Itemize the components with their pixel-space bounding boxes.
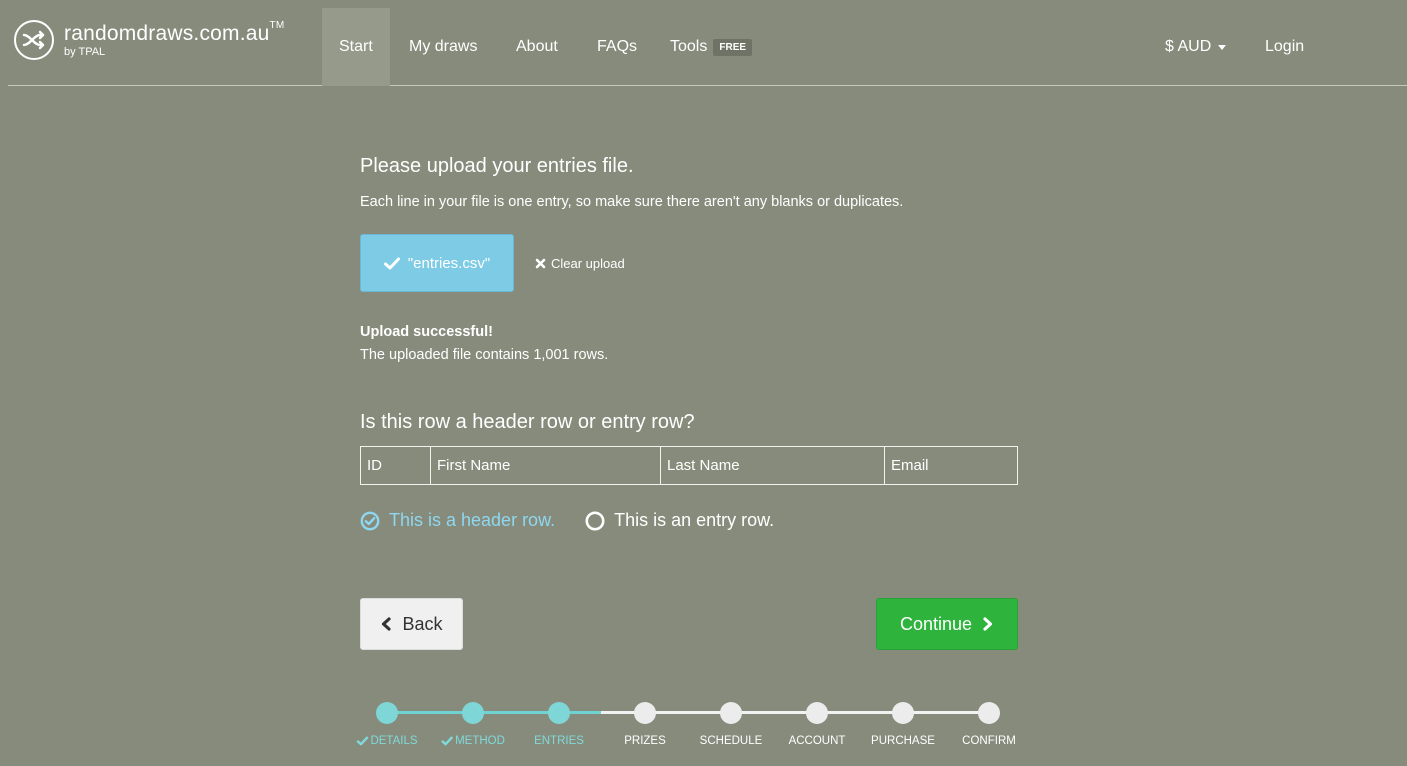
step-label-text: METHOD: [455, 735, 505, 747]
nav-start[interactable]: Start: [322, 8, 390, 86]
uploaded-file-button[interactable]: "entries.csv": [360, 234, 514, 292]
uploaded-file-name: "entries.csv": [407, 254, 491, 272]
chevron-right-icon: [983, 617, 993, 631]
step-label-schedule: SCHEDULE: [700, 735, 763, 747]
shuffle-icon: [14, 20, 54, 60]
nav-tools-label: Tools: [670, 38, 708, 55]
header-row-radio[interactable]: This is a header row.: [360, 510, 555, 531]
step-label-text: ENTRIES: [534, 735, 584, 747]
clear-upload-label: Clear upload: [551, 256, 625, 271]
caret-down-icon: [1218, 44, 1227, 50]
step-label-method: METHOD: [441, 735, 505, 747]
table-row: ID First Name Last Name Email: [360, 446, 1018, 485]
step-label-text: PURCHASE: [871, 735, 935, 747]
upload-instructions: Each line in your file is one entry, so …: [360, 194, 904, 210]
step-dot-confirm: [978, 702, 1000, 724]
step-label-account: ACCOUNT: [789, 735, 846, 747]
upload-success-title: Upload successful!: [360, 324, 493, 340]
upload-success-text: The uploaded file contains 1,001 rows.: [360, 347, 609, 363]
entry-row-label: This is an entry row.: [614, 510, 775, 530]
step-label-purchase: PURCHASE: [871, 735, 935, 747]
trademark-mark: TM: [269, 19, 285, 31]
currency-dropdown[interactable]: $ AUD: [1148, 8, 1243, 86]
chevron-left-icon: [382, 617, 392, 631]
header-row-options: This is a header row. This is an entry r…: [360, 510, 804, 531]
step-label-text: PRIZES: [624, 735, 666, 747]
step-dot-entries: [548, 702, 570, 724]
free-badge: FREE: [713, 38, 753, 56]
progress-track-remaining: [601, 711, 989, 714]
step-dot-details: [376, 702, 398, 724]
check-circle-icon: [360, 511, 380, 531]
nav-tools[interactable]: Tools FREE: [653, 8, 769, 86]
back-button-label: Back: [402, 613, 443, 634]
brand-logo-link[interactable]: randomdraws.com.auTM by TPAL: [14, 20, 284, 60]
table-cell: Email: [884, 446, 1018, 485]
upload-heading: Please upload your entries file.: [360, 155, 634, 177]
brand-subtitle: by TPAL: [64, 45, 106, 58]
step-label-prizes: PRIZES: [624, 735, 666, 747]
check-icon: [441, 736, 453, 746]
brand-name: randomdraws.com.au: [64, 21, 270, 45]
step-dot-account: [806, 702, 828, 724]
step-label-entries: ENTRIES: [534, 735, 584, 747]
entry-row-radio[interactable]: This is an entry row.: [585, 510, 774, 531]
table-cell: Last Name: [660, 446, 885, 485]
login-link[interactable]: Login: [1248, 8, 1321, 86]
table-cell: First Name: [430, 446, 661, 485]
step-dot-purchase: [892, 702, 914, 724]
progress-stepper: DETAILS METHOD ENTRIES PRIZES SCHEDULE ACCOUN…: [340, 698, 1040, 758]
top-navbar: randomdraws.com.auTM by TPAL Start My dr…: [8, 8, 1407, 86]
close-icon: [535, 258, 546, 269]
step-label-text: SCHEDULE: [699, 735, 763, 747]
step-label-text: ACCOUNT: [788, 735, 846, 747]
first-row-preview-table: ID First Name Last Name Email: [360, 446, 1018, 485]
step-dot-schedule: [720, 702, 742, 724]
step-label-confirm: CONFIRM: [962, 735, 1016, 747]
step-label-text: DETAILS: [370, 735, 418, 747]
continue-button[interactable]: Continue: [876, 598, 1018, 650]
check-icon: [383, 257, 400, 269]
header-row-question: Is this row a header row or entry row?: [360, 411, 695, 433]
back-button[interactable]: Back: [360, 598, 463, 650]
continue-button-label: Continue: [899, 613, 973, 634]
circle-outline-icon: [585, 511, 605, 531]
step-dot-prizes: [634, 702, 656, 724]
step-label-text: CONFIRM: [962, 735, 1016, 747]
nav-faqs[interactable]: FAQs: [580, 8, 654, 86]
nav-my-draws[interactable]: My draws: [392, 8, 494, 86]
step-label-details: DETAILS: [356, 735, 418, 747]
header-row-label: This is a header row.: [389, 510, 556, 530]
step-dot-method: [462, 702, 484, 724]
currency-label: $ AUD: [1165, 38, 1212, 55]
table-cell: ID: [360, 446, 431, 485]
clear-upload-link[interactable]: Clear upload: [535, 256, 625, 271]
nav-about[interactable]: About: [499, 8, 575, 86]
check-icon: [356, 736, 369, 746]
